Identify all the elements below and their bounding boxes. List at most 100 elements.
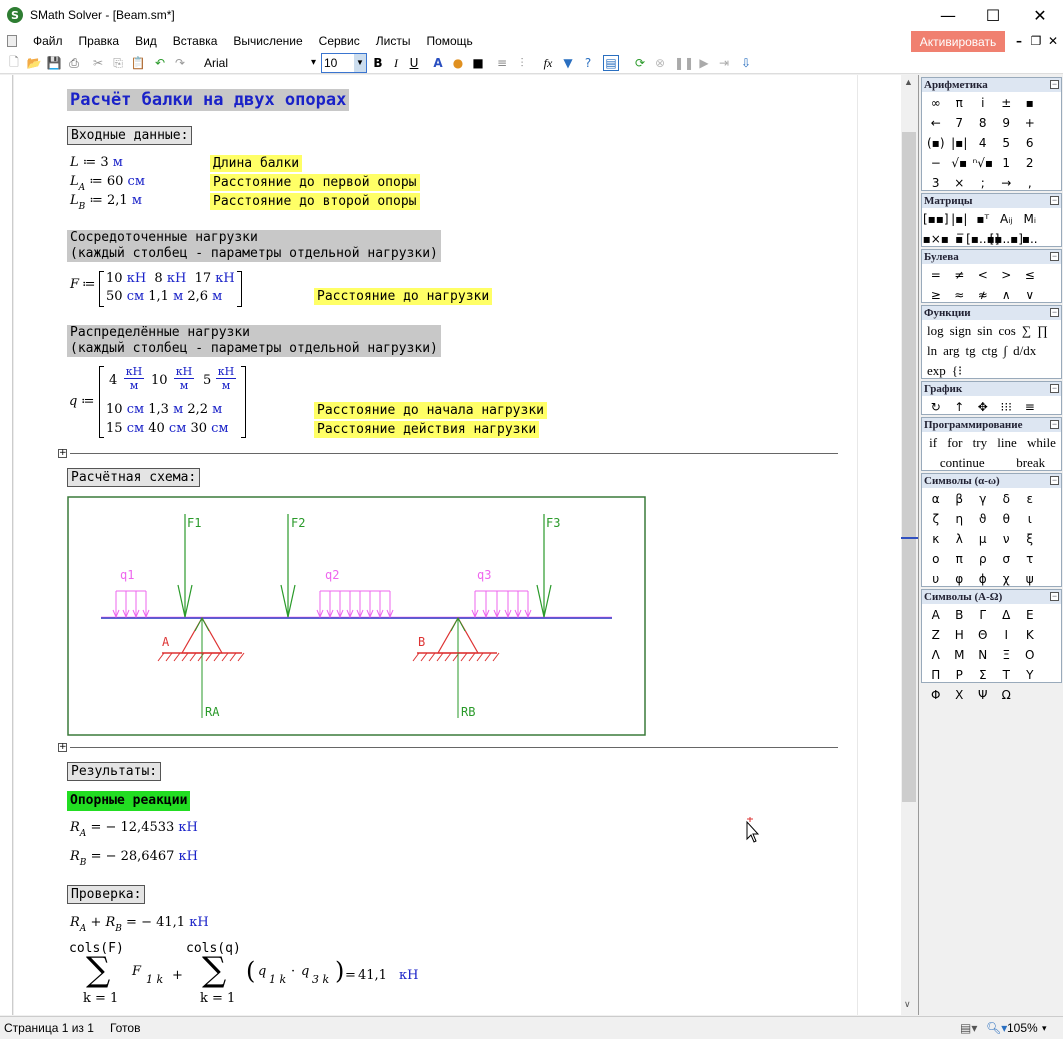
greek-lower-button[interactable]: π xyxy=(948,549,972,569)
activate-button[interactable]: Активировать xyxy=(911,31,1005,52)
result-RA[interactable]: RA = − 12,4533 кН xyxy=(70,820,198,839)
graph-button[interactable]: ↻ xyxy=(924,397,948,417)
arith-button[interactable]: π xyxy=(948,93,972,113)
collapse-icon[interactable]: − xyxy=(1050,384,1059,393)
arith-button[interactable]: √▪ xyxy=(948,153,972,173)
greek-lower-button[interactable]: σ xyxy=(995,549,1019,569)
vertical-scrollbar[interactable]: ▲ ∨ xyxy=(901,75,918,1015)
menu-edit[interactable]: Правка xyxy=(71,30,128,52)
bool-button[interactable]: ≠ xyxy=(948,265,972,285)
greek-upper-button[interactable]: Ν xyxy=(971,645,995,665)
greek-lower-button[interactable]: ρ xyxy=(971,549,995,569)
greek-lower-button[interactable]: α xyxy=(924,489,948,509)
greek-lower-button[interactable]: ϑ xyxy=(971,509,995,529)
F-note[interactable]: Расстояние до нагрузки xyxy=(314,288,493,305)
greek-lower-button[interactable]: θ xyxy=(995,509,1019,529)
q-note-length[interactable]: Расстояние действия нагрузки xyxy=(314,421,540,438)
function-button[interactable]: ln xyxy=(924,341,940,361)
greek-upper-button[interactable]: Σ xyxy=(971,665,995,685)
collapse-icon[interactable]: − xyxy=(1050,252,1059,261)
greek-upper-button[interactable]: Λ xyxy=(924,645,948,665)
function-button[interactable]: sign xyxy=(947,321,975,341)
function-button[interactable]: ∏ xyxy=(1034,321,1051,341)
menu-sheets[interactable]: Листы xyxy=(368,30,419,52)
greek-upper-button[interactable]: Ψ xyxy=(971,685,995,705)
bool-button[interactable]: < xyxy=(971,265,995,285)
input-lb[interactable]: LB ≔ 2,1 м xyxy=(70,193,142,212)
greek-lower-button[interactable]: η xyxy=(948,509,972,529)
greek-upper-button[interactable]: Ε xyxy=(1018,605,1042,625)
q-note-start[interactable]: Расстояние до начала нагрузки xyxy=(314,402,547,419)
scheme-label[interactable]: Расчётная схема: xyxy=(67,468,201,487)
function-button[interactable]: sin xyxy=(974,321,995,341)
function-button[interactable]: exp xyxy=(924,361,949,381)
chevron-down-icon[interactable]: ▼ xyxy=(354,54,366,72)
greek-lower-button[interactable]: ζ xyxy=(924,509,948,529)
matrix-button[interactable]: [▪..▪] xyxy=(990,229,1023,249)
arith-button[interactable]: 4 xyxy=(971,133,995,153)
bool-button[interactable]: ≤ xyxy=(1018,265,1042,285)
arith-button[interactable]: ▪ xyxy=(1018,93,1042,113)
border-icon[interactable]: ■ xyxy=(470,55,486,71)
beam-diagram[interactable]: F1 F2 F3 q1 q2 q3 A RA B RB xyxy=(67,496,647,738)
collapse-icon[interactable]: − xyxy=(1050,196,1059,205)
step-icon[interactable]: ▶ xyxy=(696,55,712,71)
program-button[interactable]: break xyxy=(1013,453,1048,473)
arith-button[interactable]: ∞ xyxy=(924,93,948,113)
menu-view[interactable]: Вид xyxy=(127,30,165,52)
panel-header[interactable]: График − xyxy=(922,382,1061,396)
arith-button[interactable]: 8 xyxy=(971,113,995,133)
greek-upper-button[interactable]: Ρ xyxy=(948,665,972,685)
stop-icon[interactable]: ⊗ xyxy=(652,55,668,71)
point-loads-label[interactable]: Сосредоточенные нагрузки (каждый столбец… xyxy=(67,230,441,262)
font-size-select[interactable]: 10 ▼ xyxy=(321,53,367,73)
menu-help[interactable]: Помощь xyxy=(418,30,480,52)
font-family-select[interactable]: Arial xyxy=(199,54,319,72)
input-section-label[interactable]: Входные данные: xyxy=(67,126,193,145)
save-icon[interactable]: 💾 xyxy=(46,55,62,71)
greek-lower-button[interactable]: γ xyxy=(971,489,995,509)
greek-lower-button[interactable]: ν xyxy=(995,529,1019,549)
arith-button[interactable]: ± xyxy=(995,93,1019,113)
greek-lower-button[interactable]: ο xyxy=(924,549,948,569)
expand-region-icon[interactable]: + xyxy=(58,743,67,752)
filter-icon[interactable]: ▼ xyxy=(560,55,576,71)
bool-button[interactable]: ∧ xyxy=(995,285,1019,305)
zoom-dropdown-icon[interactable]: ▾ xyxy=(1042,1023,1047,1034)
graph-button[interactable]: ✥ xyxy=(971,397,995,417)
greek-upper-button[interactable]: Φ xyxy=(924,685,948,705)
undo-icon[interactable]: ↶ xyxy=(152,55,168,71)
collapse-icon[interactable]: − xyxy=(1050,308,1059,317)
matrix-button[interactable]: ▪×▪ xyxy=(923,229,949,249)
print-icon[interactable]: ⎙ xyxy=(66,55,82,71)
mdi-restore-icon[interactable]: ❐ xyxy=(1027,31,1045,51)
greek-lower-button[interactable]: ϕ xyxy=(971,569,995,589)
menu-tools[interactable]: Сервис xyxy=(311,30,368,52)
function-button[interactable]: ∫ xyxy=(1001,341,1011,361)
input-length[interactable]: L ≔ 3 м xyxy=(70,155,123,170)
bold-icon[interactable]: B xyxy=(370,55,386,71)
program-button[interactable]: while xyxy=(1024,433,1059,453)
scrollbar-thumb[interactable] xyxy=(902,132,916,802)
panel-header[interactable]: Арифметика − xyxy=(922,78,1061,92)
document-icon[interactable] xyxy=(7,35,17,47)
align-right-icon[interactable]: ⫶ xyxy=(514,55,530,71)
menu-insert[interactable]: Вставка xyxy=(165,30,226,52)
arith-button[interactable]: 1 xyxy=(995,153,1019,173)
matrix-button[interactable]: Aᵢⱼ xyxy=(995,209,1019,229)
panel-header[interactable]: Матрицы − xyxy=(922,194,1061,208)
function-button[interactable]: ctg xyxy=(979,341,1001,361)
greek-upper-button[interactable]: Μ xyxy=(948,645,972,665)
program-button[interactable]: continue xyxy=(937,453,988,473)
greek-lower-button[interactable]: χ xyxy=(995,569,1019,589)
results-label[interactable]: Результаты: xyxy=(67,762,162,781)
greek-upper-button[interactable]: Ξ xyxy=(995,645,1019,665)
greek-lower-button[interactable]: β xyxy=(948,489,972,509)
bool-button[interactable]: ∨ xyxy=(1018,285,1042,305)
step-into-icon[interactable]: ⇥ xyxy=(716,55,732,71)
input-lb-note[interactable]: Расстояние до второй опоры xyxy=(210,193,420,210)
new-file-icon[interactable]: 🗋 xyxy=(6,55,22,71)
greek-upper-button[interactable]: Ω xyxy=(995,685,1019,705)
zoom-icon[interactable]: 🔍︎▾ xyxy=(986,1021,1007,1035)
bool-button[interactable]: ≉ xyxy=(971,285,995,305)
